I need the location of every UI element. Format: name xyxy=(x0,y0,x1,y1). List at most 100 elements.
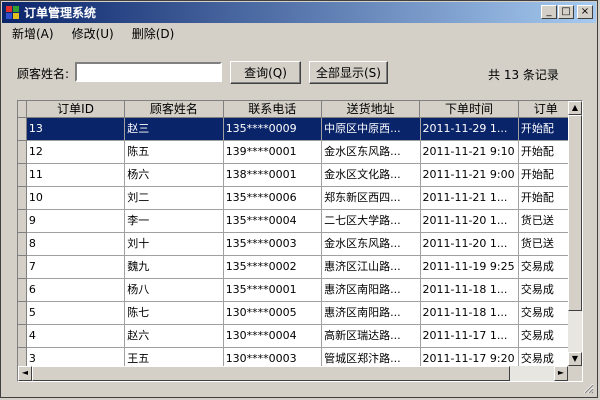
column-header-address[interactable]: 送货地址 xyxy=(322,101,421,118)
cell-order-time[interactable]: 2011-11-21 9:10 xyxy=(420,141,519,164)
cell-phone[interactable]: 130****0005 xyxy=(223,302,323,325)
row-header[interactable] xyxy=(18,210,27,233)
cell-customer-name[interactable]: 杨八 xyxy=(125,279,224,302)
scroll-up-arrow-icon[interactable]: ▲ xyxy=(568,101,582,115)
table-row[interactable]: 5 陈七 130****0005 惠济区南阳路... 2011-11-18 1... 交易… xyxy=(18,302,568,325)
cell-customer-name[interactable]: 赵三 xyxy=(125,118,224,141)
scroll-down-arrow-icon[interactable]: ▼ xyxy=(568,352,582,366)
cell-address[interactable]: 高新区瑞达路... xyxy=(322,325,421,348)
cell-order-id[interactable]: 7 xyxy=(26,256,126,279)
table-row[interactable]: 7 魏九 135****0002 惠济区江山路... 2011-11-19 9:25 交易… xyxy=(18,256,568,279)
cell-phone[interactable]: 135****0004 xyxy=(223,210,323,233)
cell-phone[interactable]: 135****0003 xyxy=(223,233,323,256)
cell-status[interactable]: 开始配 xyxy=(518,118,568,141)
cell-address[interactable]: 惠济区江山路... xyxy=(322,256,421,279)
row-header[interactable] xyxy=(18,302,27,325)
cell-status[interactable]: 交易成 xyxy=(518,302,568,325)
cell-address[interactable]: 金水区文化路... xyxy=(322,164,421,187)
column-header-phone[interactable]: 联系电话 xyxy=(223,101,322,118)
cell-address[interactable]: 惠济区南阳路... xyxy=(322,302,421,325)
column-header-customer-name[interactable]: 顾客姓名 xyxy=(125,101,224,118)
cell-status[interactable]: 交易成 xyxy=(518,279,568,302)
cell-order-id[interactable]: 13 xyxy=(26,118,126,141)
customer-name-input[interactable] xyxy=(75,62,222,82)
cell-phone[interactable]: 135****0009 xyxy=(223,118,323,141)
cell-address[interactable]: 惠济区南阳路... xyxy=(322,279,421,302)
cell-order-time[interactable]: 2011-11-17 1... xyxy=(420,325,519,348)
cell-order-time[interactable]: 2011-11-18 1... xyxy=(420,302,519,325)
scroll-right-arrow-icon[interactable]: ► xyxy=(554,366,568,381)
cell-phone[interactable]: 139****0001 xyxy=(223,141,323,164)
menu-delete[interactable]: 删除(D) xyxy=(124,25,183,42)
cell-order-time[interactable]: 2011-11-20 1... xyxy=(420,210,519,233)
menu-edit[interactable]: 修改(U) xyxy=(64,25,122,42)
cell-status[interactable]: 开始配 xyxy=(518,164,568,187)
horizontal-scrollbar[interactable]: ◄ ► xyxy=(18,366,568,381)
app-icon[interactable] xyxy=(6,5,20,20)
cell-order-time[interactable]: 2011-11-19 9:25 xyxy=(420,256,519,279)
query-button[interactable]: 查询(Q) xyxy=(230,61,301,84)
horizontal-scroll-thumb[interactable] xyxy=(32,366,510,381)
cell-status[interactable]: 开始配 xyxy=(518,187,568,210)
maximize-button[interactable]: □ xyxy=(558,5,574,19)
row-header[interactable] xyxy=(18,325,27,348)
resize-grip-icon[interactable] xyxy=(582,382,594,394)
title-bar[interactable]: 订单管理系统 _ □ × xyxy=(2,2,596,23)
show-all-button[interactable]: 全部显示(S) xyxy=(309,61,388,84)
cell-customer-name[interactable]: 陈七 xyxy=(125,302,224,325)
table-row[interactable]: 8 刘十 135****0003 金水区东风路... 2011-11-20 1... 货已… xyxy=(18,233,568,256)
orders-grid[interactable]: 订单ID 顾客姓名 联系电话 送货地址 下单时间 订单 13 赵三 135****0… xyxy=(17,100,583,382)
cell-address[interactable]: 金水区东风路... xyxy=(322,141,421,164)
cell-address[interactable]: 二七区大学路... xyxy=(322,210,421,233)
cell-order-id[interactable]: 9 xyxy=(26,210,126,233)
table-row[interactable]: 12 陈五 139****0001 金水区东风路... 2011-11-21 9:10 开… xyxy=(18,141,568,164)
cell-address[interactable]: 中原区中原西... xyxy=(322,118,421,141)
column-header-order-time[interactable]: 下单时间 xyxy=(420,101,519,118)
cell-customer-name[interactable]: 王五 xyxy=(125,348,224,366)
row-header[interactable] xyxy=(18,118,27,141)
table-row[interactable]: 13 赵三 135****0009 中原区中原西... 2011-11-29 1... 开… xyxy=(18,118,568,141)
cell-order-time[interactable]: 2011-11-18 1... xyxy=(420,279,519,302)
cell-status[interactable]: 货已送 xyxy=(518,210,568,233)
cell-customer-name[interactable]: 刘十 xyxy=(125,233,224,256)
table-row[interactable]: 3 王五 130****0003 管城区郑汴路... 2011-11-17 9:20 交易… xyxy=(18,348,568,366)
cell-phone[interactable]: 138****0001 xyxy=(223,164,323,187)
scroll-left-arrow-icon[interactable]: ◄ xyxy=(18,366,32,381)
table-row[interactable]: 4 赵六 130****0004 高新区瑞达路... 2011-11-17 1... 交易… xyxy=(18,325,568,348)
cell-order-time[interactable]: 2011-11-29 1... xyxy=(420,118,519,141)
row-header[interactable] xyxy=(18,164,27,187)
vertical-scrollbar[interactable]: ▲ ▼ xyxy=(568,101,582,366)
cell-order-id[interactable]: 12 xyxy=(26,141,126,164)
cell-status[interactable]: 交易成 xyxy=(518,348,568,366)
row-header[interactable] xyxy=(18,233,27,256)
cell-order-time[interactable]: 2011-11-20 1... xyxy=(420,233,519,256)
row-header[interactable] xyxy=(18,348,27,366)
row-header[interactable] xyxy=(18,187,27,210)
row-header[interactable] xyxy=(18,256,27,279)
cell-order-id[interactable]: 8 xyxy=(26,233,126,256)
cell-order-time[interactable]: 2011-11-17 9:20 xyxy=(420,348,519,366)
cell-order-id[interactable]: 3 xyxy=(26,348,126,366)
row-header[interactable] xyxy=(18,279,27,302)
cell-customer-name[interactable]: 刘二 xyxy=(125,187,224,210)
cell-customer-name[interactable]: 李一 xyxy=(125,210,224,233)
cell-customer-name[interactable]: 陈五 xyxy=(125,141,224,164)
cell-order-time[interactable]: 2011-11-21 9:00 xyxy=(420,164,519,187)
column-header-status[interactable]: 订单 xyxy=(518,101,568,118)
table-row[interactable]: 10 刘二 135****0006 郑东新区西四... 2011-11-21 1... 开… xyxy=(18,187,568,210)
cell-phone[interactable]: 130****0004 xyxy=(223,325,323,348)
cell-status[interactable]: 交易成 xyxy=(518,256,568,279)
minimize-button[interactable]: _ xyxy=(541,5,557,19)
cell-address[interactable]: 管城区郑汴路... xyxy=(322,348,421,366)
cell-phone[interactable]: 135****0006 xyxy=(223,187,323,210)
close-button[interactable]: × xyxy=(577,5,593,19)
cell-status[interactable]: 开始配 xyxy=(518,141,568,164)
cell-customer-name[interactable]: 魏九 xyxy=(125,256,224,279)
cell-phone[interactable]: 135****0001 xyxy=(223,279,323,302)
menu-add[interactable]: 新增(A) xyxy=(4,25,62,42)
cell-order-time[interactable]: 2011-11-21 1... xyxy=(420,187,519,210)
cell-order-id[interactable]: 11 xyxy=(26,164,126,187)
cell-customer-name[interactable]: 赵六 xyxy=(125,325,224,348)
cell-phone[interactable]: 135****0002 xyxy=(223,256,323,279)
cell-address[interactable]: 金水区东风路... xyxy=(322,233,421,256)
